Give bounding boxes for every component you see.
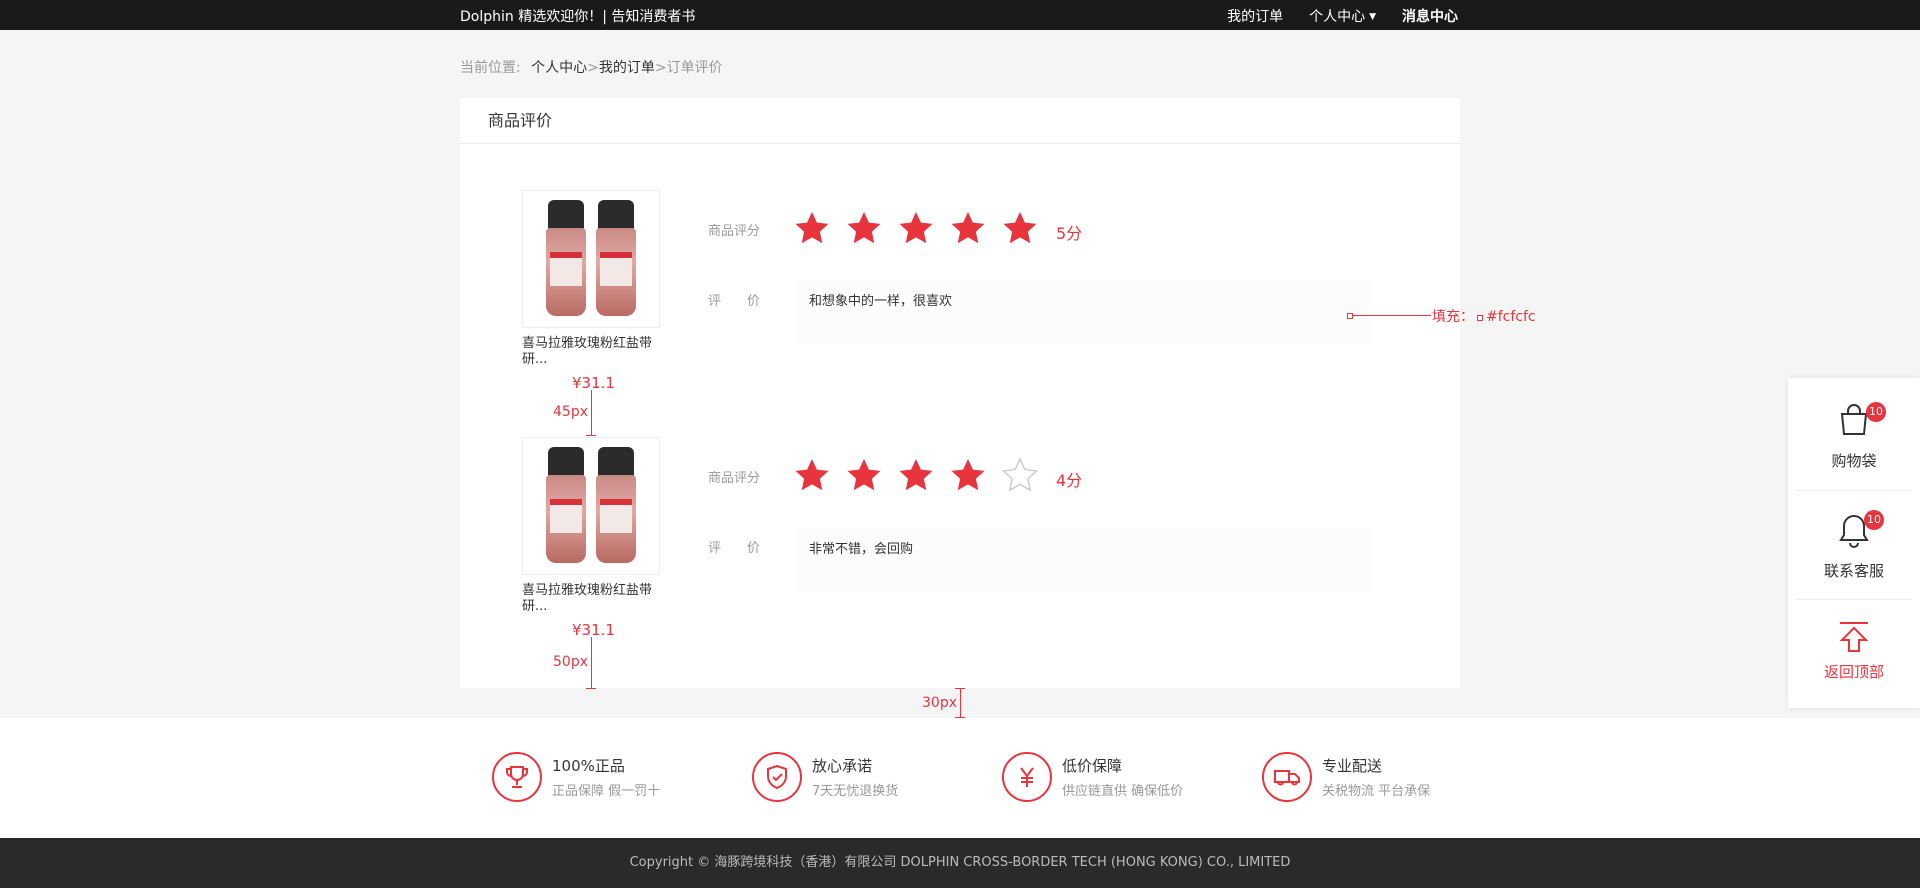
- nav-personal-center-label: 个人中心: [1309, 9, 1366, 25]
- star-rating[interactable]: [794, 457, 1038, 493]
- yen-icon: [1002, 752, 1052, 802]
- truck-icon: [1262, 752, 1312, 802]
- cart-label: 购物袋: [1831, 452, 1877, 470]
- features-strip: 100%正品正品保障 假一罚十 放心承诺 7天无忧退换货 低价保障供应链直供 确保…: [0, 718, 1920, 838]
- breadcrumb-link-personal-center[interactable]: 个人中心: [531, 60, 587, 76]
- feature-low-price: 低价保障供应链直供 确保低价: [1002, 752, 1183, 802]
- annotation-leader: [1353, 315, 1431, 316]
- spacing-cap: [586, 435, 596, 436]
- spacing-label: 45px: [553, 404, 588, 420]
- star-filled-icon[interactable]: [950, 457, 986, 493]
- product-name[interactable]: 喜马拉雅玫瑰粉红盐带研...: [522, 583, 672, 615]
- review-label: 评 价: [708, 294, 761, 309]
- color-swatch: [1477, 315, 1483, 321]
- spacing-line: [591, 390, 592, 436]
- star-filled-icon[interactable]: [898, 457, 934, 493]
- service-label: 联系客服: [1823, 562, 1884, 580]
- breadcrumb-current: 订单评价: [666, 60, 723, 76]
- breadcrumb-sep: >: [654, 60, 667, 76]
- back-to-top-label: 返回顶部: [1823, 663, 1884, 681]
- bottle-graphic: [544, 447, 588, 565]
- sidebar-cart-button[interactable]: 10 购物袋: [1788, 378, 1920, 486]
- rating-label: 商品评分: [708, 224, 761, 239]
- feature-title: 低价保障: [1062, 757, 1123, 775]
- spacing-line: [960, 688, 961, 718]
- feature-desc: 7天无忧退换货: [812, 784, 899, 799]
- star-filled-icon[interactable]: [846, 457, 882, 493]
- floating-sidebar: 10 购物袋 10 联系客服 返回顶部: [1788, 378, 1920, 708]
- feature-title: 100%正品: [552, 757, 625, 775]
- feature-authentic: 100%正品正品保障 假一罚十: [492, 752, 660, 802]
- panel-title: 商品评价: [460, 98, 1460, 144]
- nav-my-orders[interactable]: 我的订单: [1227, 6, 1283, 26]
- product-price: ¥31.1: [572, 621, 615, 639]
- star-filled-icon[interactable]: [794, 210, 830, 246]
- nav-personal-center[interactable]: 个人中心 ▼: [1309, 6, 1376, 26]
- footer-copyright: Copyright © 海豚跨境科技（香港）有限公司 DOLPHIN CROSS…: [0, 838, 1920, 888]
- sidebar-service-button[interactable]: 10 联系客服: [1788, 490, 1920, 598]
- spacing-line: [591, 637, 592, 688]
- star-filled-icon[interactable]: [950, 210, 986, 246]
- star-filled-icon[interactable]: [846, 210, 882, 246]
- caret-down-icon: ▼: [1369, 12, 1376, 22]
- review-label: 评 价: [708, 541, 761, 556]
- feature-promise: 放心承诺 7天无忧退换货: [752, 752, 898, 802]
- product-image[interactable]: [522, 437, 660, 575]
- breadcrumb: 当前位置: 个人中心>我的订单>订单评价: [460, 57, 723, 77]
- rating-score: 5分: [1056, 224, 1083, 243]
- product-image[interactable]: [522, 190, 660, 328]
- annotation-fill-color: #fcfcfc: [1486, 309, 1536, 325]
- service-badge: 10: [1864, 510, 1884, 530]
- feature-desc: 正品保障 假一罚十: [552, 784, 661, 799]
- review-panel: 商品评价 喜马拉雅玫瑰粉红盐带研... ¥31.1 商品评分 5分 评 价 和想…: [460, 98, 1460, 688]
- star-rating[interactable]: [794, 210, 1038, 246]
- star-filled-icon[interactable]: [794, 457, 830, 493]
- spacing-cap: [586, 688, 596, 689]
- star-filled-icon[interactable]: [1002, 210, 1038, 246]
- breadcrumb-link-my-orders[interactable]: 我的订单: [599, 60, 655, 76]
- annotation-fill-label: 填充：: [1432, 309, 1474, 325]
- spacing-label: 30px: [922, 695, 957, 711]
- top-bar: Dolphin 精选欢迎你！| 告知消费者书 我的订单 个人中心 ▼ 消息中心: [0, 0, 1920, 30]
- arrow-up-icon: [1839, 622, 1869, 652]
- feature-title: 放心承诺: [812, 757, 873, 775]
- spacing-cap: [955, 688, 965, 689]
- feature-desc: 供应链直供 确保低价: [1062, 784, 1184, 799]
- rating-label: 商品评分: [708, 471, 761, 486]
- product-price: ¥31.1: [572, 374, 615, 392]
- nav-message-center[interactable]: 消息中心: [1402, 6, 1458, 26]
- shield-check-icon: [752, 752, 802, 802]
- trophy-icon: [492, 752, 542, 802]
- product-name[interactable]: 喜马拉雅玫瑰粉红盐带研...: [522, 336, 672, 368]
- feature-delivery: 专业配送关税物流 平台承保: [1262, 752, 1430, 802]
- spacing-label: 50px: [553, 654, 588, 670]
- star-empty-icon[interactable]: [1002, 457, 1038, 493]
- cart-badge: 10: [1866, 402, 1886, 422]
- breadcrumb-sep: >: [587, 60, 599, 76]
- welcome-text: Dolphin 精选欢迎你！| 告知消费者书: [460, 9, 696, 25]
- bottle-graphic: [594, 200, 638, 318]
- bottle-graphic: [594, 447, 638, 565]
- sidebar-back-to-top-button[interactable]: 返回顶部: [1788, 599, 1920, 707]
- star-filled-icon[interactable]: [898, 210, 934, 246]
- breadcrumb-prefix: 当前位置:: [460, 60, 521, 76]
- rating-score: 4分: [1056, 471, 1083, 490]
- bottle-graphic: [544, 200, 588, 318]
- review-text[interactable]: 非常不错，会回购: [797, 528, 1371, 592]
- top-nav: 我的订单 个人中心 ▼ 消息中心: [1227, 6, 1458, 26]
- feature-desc: 关税物流 平台承保: [1322, 784, 1431, 799]
- review-text[interactable]: 和想象中的一样，很喜欢: [797, 280, 1371, 344]
- annotation-marker: [1347, 313, 1353, 319]
- feature-title: 专业配送: [1322, 757, 1383, 775]
- annotation-fill: 填充： #fcfcfc: [1432, 306, 1536, 326]
